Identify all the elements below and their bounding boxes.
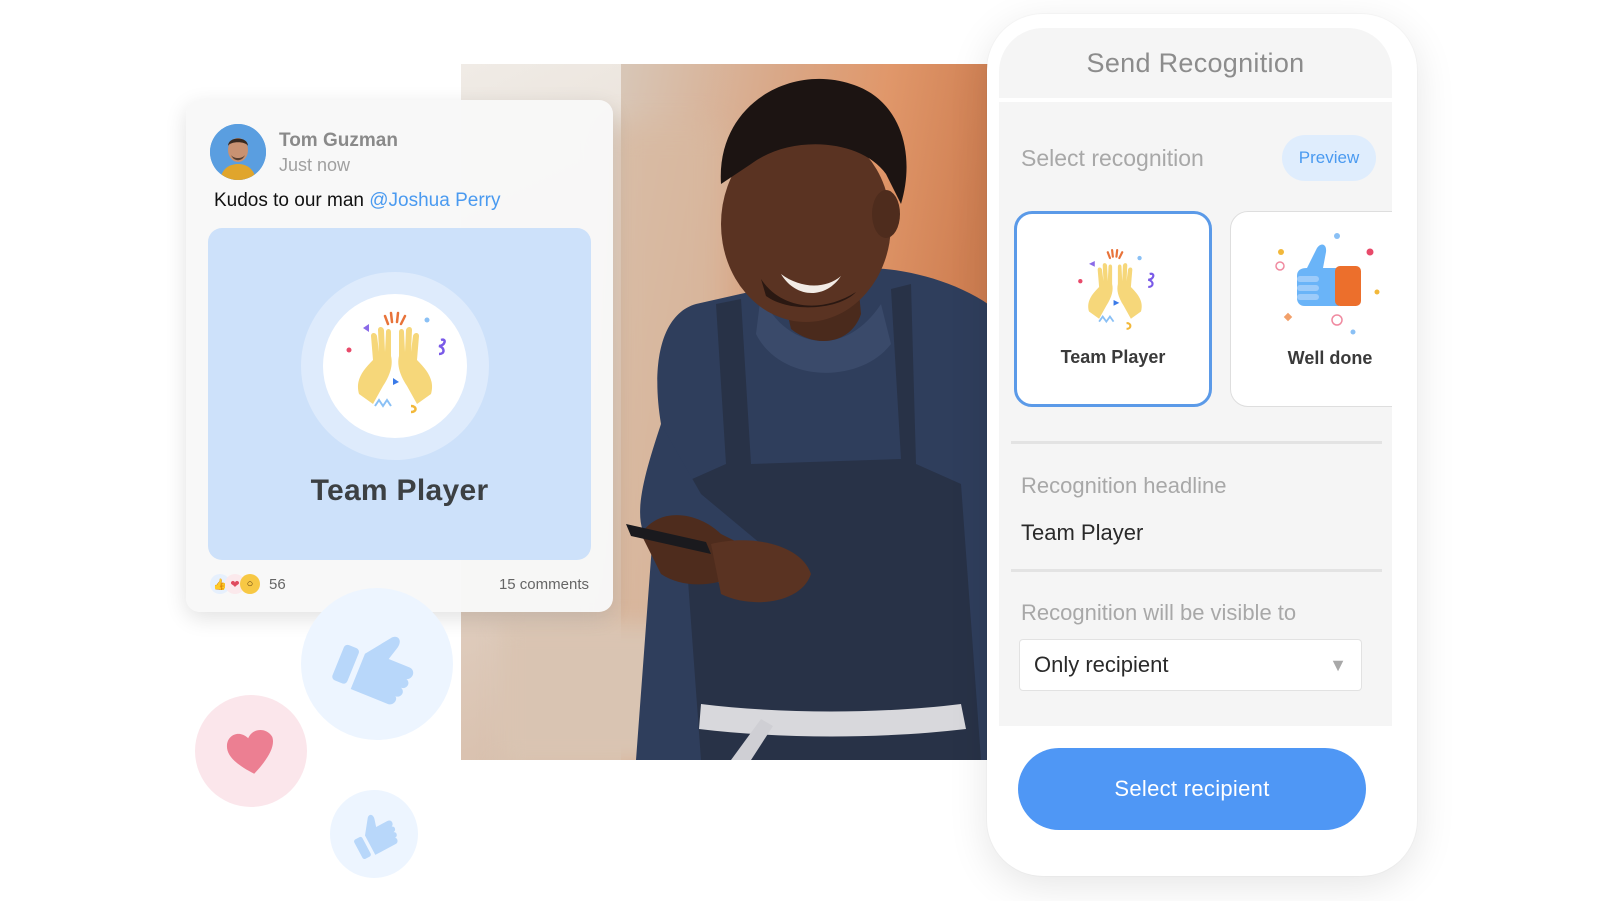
post-author[interactable]: Tom Guzman [279,130,398,152]
headline-input[interactable]: Team Player [1021,520,1143,546]
wow-face-icon: ○ [240,574,260,594]
user-avatar-icon [210,124,266,180]
select-recognition-label: Select recognition [1021,144,1204,171]
visibility-selected-value: Only recipient [1034,652,1169,677]
floating-like-bubble-small [330,790,418,878]
recognition-options: Team Player Well done [1014,211,1392,411]
recognition-badge: Team Player [208,228,591,560]
recognition-option-label: Well done [1287,348,1373,368]
user-mention-link[interactable]: @Joshua Perry [369,190,500,211]
reaction-summary[interactable]: 👍 ❤ ○ [210,574,260,594]
post-message: Kudos to our man @Joshua Perry [214,190,501,212]
recognition-post-card[interactable]: Tom Guzman Just now Kudos to our man @Jo… [186,100,613,612]
dropdown-arrow-icon: ▼ [1329,654,1347,675]
marketing-scene: Tom Guzman Just now Kudos to our man @Jo… [0,0,1600,901]
visibility-select[interactable]: Only recipient ▼ [1019,639,1362,691]
headline-label: Recognition headline [1021,473,1227,498]
high-five-icon [346,311,446,414]
divider [1011,569,1382,572]
badge-disc [323,294,467,438]
divider [1011,441,1382,444]
badge-ring [301,272,489,460]
recognition-option-label: Team Player [1060,347,1166,367]
recognition-option-well-done[interactable]: Well done [1230,211,1392,407]
post-message-text: Kudos to our man [214,190,370,211]
select-recognition-row: Select recognition Preview [1021,134,1376,182]
send-recognition-screen: Send Recognition Select recognition Prev… [999,28,1392,726]
screen-title: Send Recognition [999,28,1392,102]
send-recognition-phone: Send Recognition Select recognition Prev… [987,14,1417,876]
recognition-option-team-player[interactable]: Team Player [1014,211,1212,407]
thumbs-up-icon [354,814,398,860]
thumbs-up-icon [1275,233,1380,335]
high-five-icon [1078,249,1155,330]
badge-title: Team Player [310,474,489,507]
comments-link[interactable]: 15 comments [499,576,589,593]
reaction-count: 56 [269,575,286,593]
heart-icon [226,730,273,774]
visibility-label: Recognition will be visible to [1021,600,1297,625]
avatar[interactable] [210,124,266,180]
select-recipient-button[interactable]: Select recipient [1018,748,1366,830]
post-timestamp: Just now [279,155,351,175]
thumbs-up-icon [332,636,414,705]
floating-heart-bubble [195,695,307,807]
preview-button[interactable]: Preview [1282,135,1376,181]
floating-like-bubble [301,588,453,740]
